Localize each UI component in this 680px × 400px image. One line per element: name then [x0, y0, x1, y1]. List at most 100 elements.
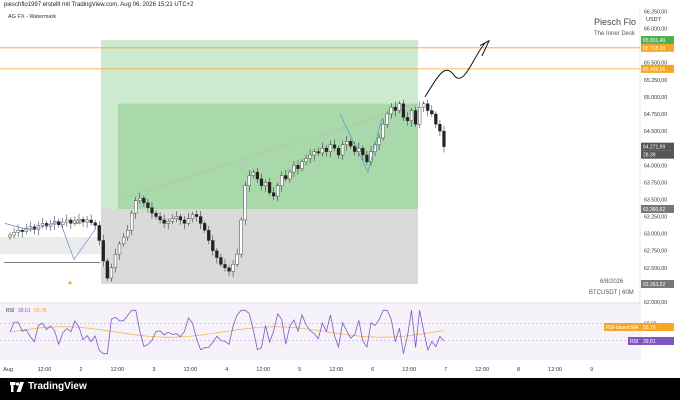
candle-body [324, 147, 328, 152]
candle-body [365, 154, 369, 163]
price-tag: 65.409,56 [641, 64, 674, 73]
rsi-legend-value: 39,61 [18, 308, 31, 314]
time-tick-label: 5 [298, 367, 301, 373]
price-tag: 28:39 [641, 150, 674, 159]
candle-body [413, 110, 418, 125]
price-tick-label: 63.000,00 [644, 232, 667, 238]
time-tick-label: 12:00 [329, 367, 343, 373]
candle-body [150, 207, 154, 214]
prior-range-zone [0, 237, 101, 255]
candle-body [109, 267, 114, 279]
watermark-date: 6/8/2026 [600, 279, 624, 285]
time-tick-label: 12:00 [548, 367, 562, 373]
candle-body [247, 175, 251, 186]
candle-body [434, 113, 438, 125]
candle-body [194, 214, 199, 217]
candle-body [81, 219, 85, 223]
price-tick-label: 62.750,00 [644, 249, 667, 255]
watermark-desk: The Inner Desk [594, 31, 636, 37]
watermark-symbol: BTCUSDT | 60M [589, 290, 634, 296]
candle-body [280, 175, 284, 186]
candle-body [20, 230, 24, 232]
price-tick-label: 63.500,00 [644, 197, 667, 203]
time-tick-label: 4 [225, 367, 228, 373]
rsi-tag-value: 39,61 [643, 339, 656, 345]
position-boxes [0, 40, 418, 284]
candle-body [239, 219, 243, 255]
rsi-legend-name: RSI [6, 308, 14, 314]
candle-body [300, 161, 304, 169]
candle-body [28, 226, 32, 229]
candle-body [340, 144, 345, 156]
candle-body [259, 178, 264, 186]
candle [422, 100, 426, 112]
price-tag: 65.831,49 [641, 36, 674, 45]
candle-body [328, 144, 333, 152]
candle-body [292, 165, 296, 173]
candle-body [158, 216, 162, 221]
candle-body [186, 218, 191, 224]
price-tag-text: 28:39 [643, 153, 656, 159]
candle-body [267, 182, 272, 193]
time-tick-label: 6 [371, 367, 374, 373]
price-tick-label: 64.750,00 [644, 112, 667, 118]
candle [434, 111, 438, 128]
candle-body [178, 216, 182, 221]
candle-body [101, 240, 105, 262]
price-tag-text: 63.360,62 [643, 207, 665, 213]
candle [430, 105, 434, 117]
rsi-legend-ma: 55,78 [34, 308, 47, 314]
candle-body [377, 137, 381, 145]
candle-body [199, 216, 203, 224]
rsi-tag-name: RSI [630, 339, 638, 345]
candle-body [138, 197, 142, 202]
candle-body [219, 257, 223, 265]
candle-body [442, 130, 446, 147]
candle-body [12, 232, 16, 236]
candle-body [126, 230, 130, 238]
price-tick-label: 64.500,00 [644, 129, 667, 135]
candle-body [223, 264, 227, 269]
candle-body [93, 222, 97, 226]
forecast-curve [424, 41, 487, 98]
candle-body [146, 202, 150, 208]
candle [85, 215, 89, 228]
candle-body [336, 147, 341, 156]
candle-body [320, 147, 324, 154]
price-chart[interactable]: USDT 66.250,0066.000,0065.750,0065.500,0… [0, 0, 680, 378]
price-tag: 63.360,62 [641, 204, 674, 213]
candle-body [227, 267, 231, 272]
annotation-label: W3 [75, 220, 82, 225]
price-tag: 64.271,99 [641, 142, 674, 151]
price-tag-text: 65.409,56 [643, 67, 665, 73]
candle-body [130, 212, 134, 231]
profit-fill-zone [118, 103, 418, 209]
candle-body [207, 230, 211, 241]
candle-body [288, 171, 292, 180]
candle-body [361, 147, 365, 156]
candle [418, 101, 422, 128]
candle-body [345, 141, 349, 145]
currency-label: USDT [646, 17, 662, 23]
price-tick-label: 63.750,00 [644, 180, 667, 186]
candle-body [134, 200, 138, 214]
stop-loss-zone [101, 208, 418, 284]
candle [93, 219, 97, 230]
time-tick-label: 12:00 [402, 367, 416, 373]
time-tick-label: Aug [3, 367, 13, 373]
candle-body [166, 221, 170, 224]
candle [81, 216, 85, 227]
price-tag: 62.263,52 [641, 279, 674, 288]
rsi-ma-tag: RSI-based MA 55,78 [604, 322, 674, 331]
candle-body [409, 110, 414, 122]
candle-body [312, 151, 316, 156]
time-tick-label: 2 [79, 367, 82, 373]
candle [243, 181, 247, 225]
tradingview-brand[interactable]: TradingView [10, 381, 87, 392]
chart-card: pieschflo1997 erstellt mit TradingView.c… [0, 0, 680, 378]
price-tick-label: 65.000,00 [644, 95, 667, 101]
candle-body [203, 223, 207, 231]
time-tick-label: 8 [517, 367, 520, 373]
candle-body [255, 171, 260, 180]
candle-body [211, 240, 215, 251]
